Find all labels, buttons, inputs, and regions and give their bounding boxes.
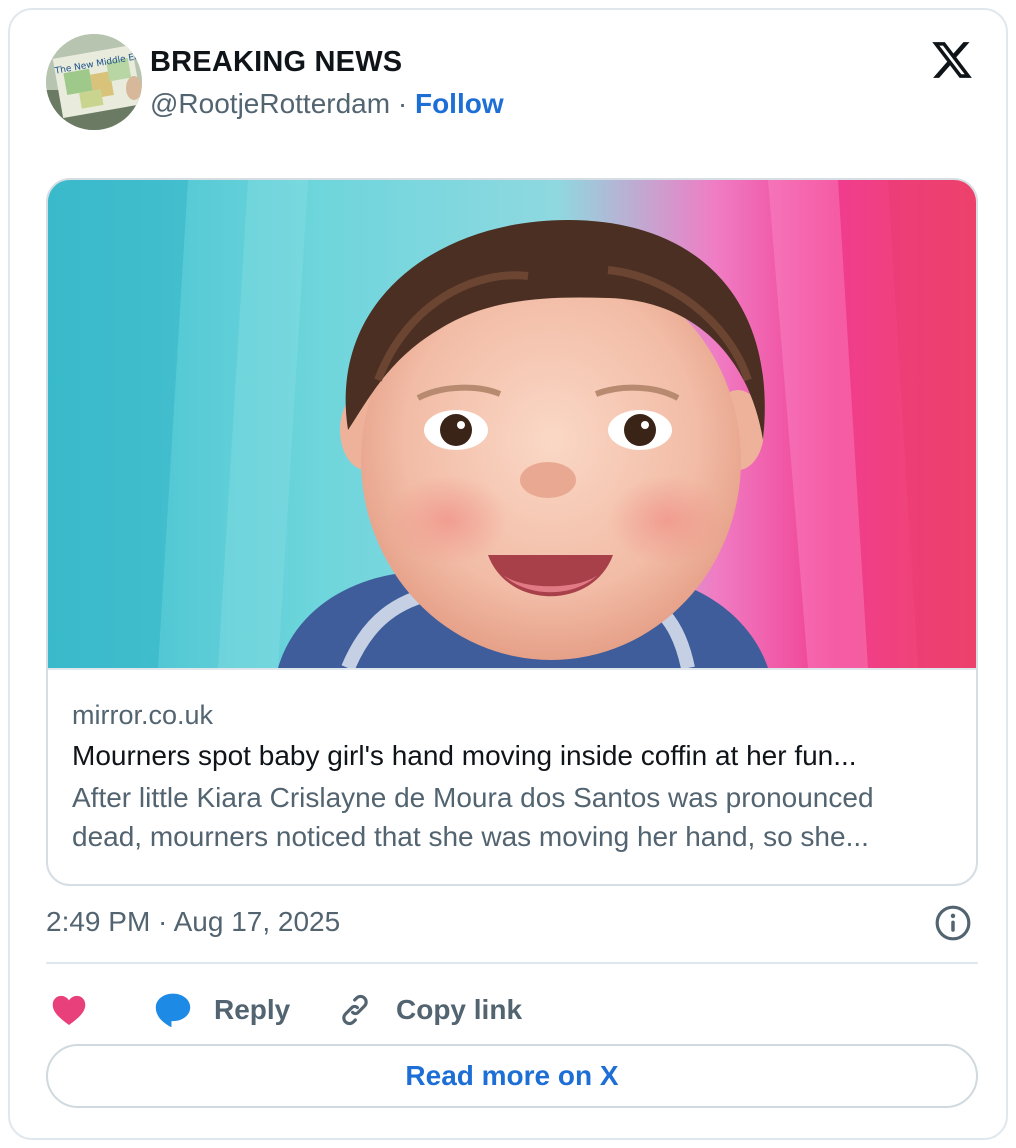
- reply-bubble-icon: [155, 993, 191, 1028]
- follow-button[interactable]: Follow: [415, 88, 504, 119]
- info-icon[interactable]: [934, 904, 972, 942]
- preview-title: Mourners spot baby girl's hand moving in…: [72, 740, 857, 771]
- avatar[interactable]: The New Middle East: [46, 34, 142, 130]
- preview-description-line: dead, mourners noticed that she was movi…: [72, 821, 869, 852]
- post-timestamp[interactable]: 2:49 PM · Aug 17, 2025: [46, 906, 340, 938]
- link-icon: [342, 994, 368, 1026]
- reply-button[interactable]: Reply: [154, 986, 290, 1034]
- embedded-post-card: The New Middle East BREAKING NEWS @Rootj…: [8, 8, 1008, 1140]
- link-preview-card[interactable]: mirror.co.uk Mourners spot baby girl's h…: [46, 178, 978, 886]
- heart-icon: [52, 995, 86, 1026]
- x-logo-icon[interactable]: [930, 38, 974, 82]
- avatar-image: The New Middle East: [46, 34, 142, 130]
- read-more-button[interactable]: Read more on X: [46, 1044, 978, 1108]
- divider: [46, 962, 978, 964]
- author-name[interactable]: BREAKING NEWS: [150, 46, 402, 79]
- copy-link-label: Copy link: [396, 994, 523, 1025]
- separator: ·: [390, 88, 415, 119]
- author-handle-row: @RootjeRotterdam · Follow: [150, 88, 504, 120]
- preview-image: [48, 180, 976, 668]
- reply-label: Reply: [214, 994, 291, 1025]
- preview-description: After little Kiara Crislayne de Moura do…: [72, 778, 952, 856]
- copy-link-button[interactable]: Copy link: [336, 986, 522, 1034]
- author-handle[interactable]: @RootjeRotterdam: [150, 88, 390, 119]
- preview-text: mirror.co.uk Mourners spot baby girl's h…: [48, 668, 976, 884]
- preview-domain: mirror.co.uk: [72, 700, 214, 730]
- preview-description-line: After little Kiara Crislayne de Moura do…: [72, 782, 874, 813]
- like-button[interactable]: [52, 986, 86, 1034]
